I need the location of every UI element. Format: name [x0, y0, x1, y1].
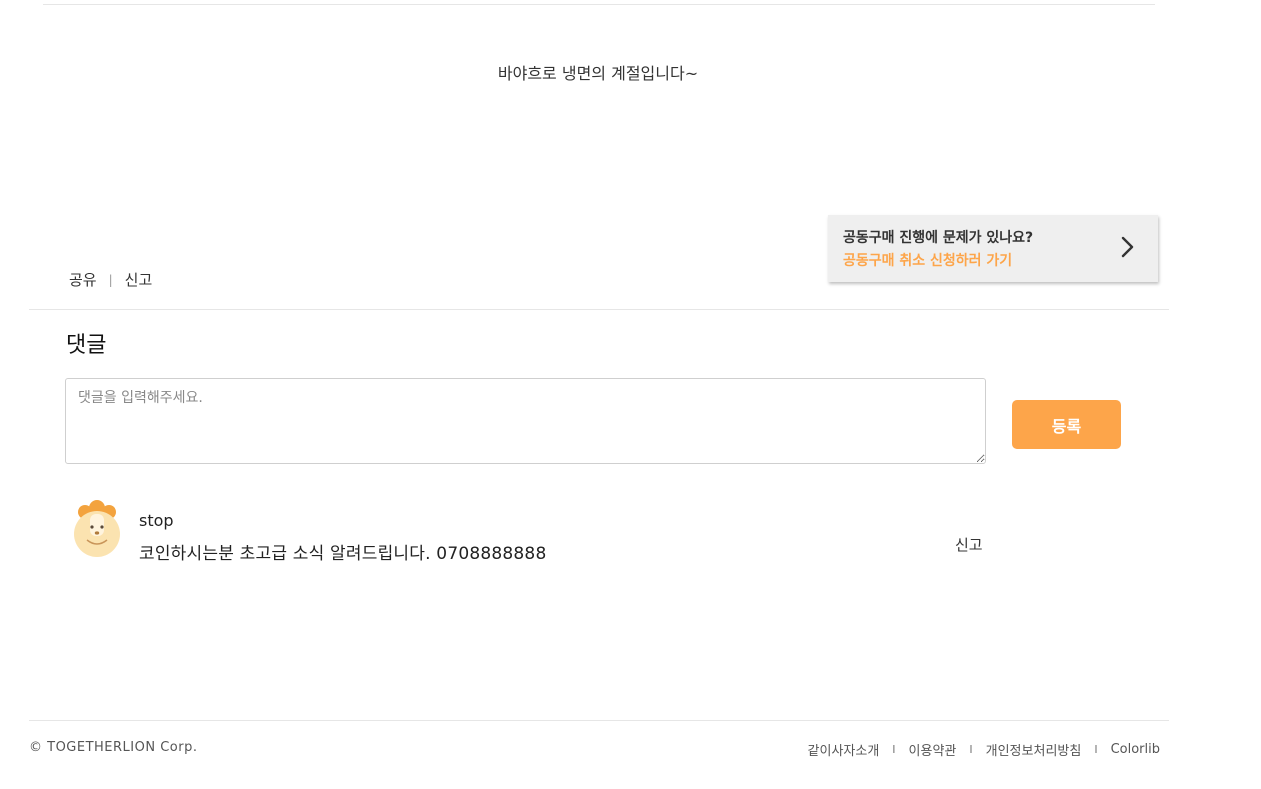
- top-divider: [43, 4, 1155, 5]
- post-body: 바야흐로 냉면의 계절입니다~: [497, 64, 699, 83]
- footer-copyright: © TOGETHERLION Corp.: [29, 740, 198, 755]
- section-divider: [29, 309, 1169, 310]
- cancel-banner-question: 공동구매 진행에 문제가 있나요?: [843, 230, 1034, 246]
- cancel-request-banner[interactable]: 공동구매 진행에 문제가 있나요? 공동구매 취소 신청하러 가기: [828, 215, 1158, 282]
- share-link[interactable]: 공유: [69, 269, 97, 290]
- comment-input[interactable]: [65, 378, 986, 464]
- footer-link-about[interactable]: 같이사자소개: [808, 740, 880, 759]
- footer-link-colorlib[interactable]: Colorlib: [1111, 742, 1160, 757]
- chevron-right-icon: [1121, 236, 1134, 258]
- comment-author: stop: [139, 511, 174, 530]
- report-link[interactable]: 신고: [125, 269, 153, 290]
- comments-title: 댓글: [66, 333, 107, 358]
- comment-text: 코인하시는분 초고급 소식 알려드립니다. 0708888888: [139, 544, 547, 564]
- footer-links: 같이사자소개 I 이용약관 I 개인정보처리방침 I Colorlib: [808, 740, 1160, 759]
- submit-comment-button[interactable]: 등록: [1012, 400, 1121, 449]
- footer-divider: [29, 720, 1169, 721]
- footer-separator: I: [892, 743, 896, 756]
- cancel-banner-action: 공동구매 취소 신청하러 가기: [843, 253, 1013, 269]
- footer-separator: I: [1094, 743, 1098, 756]
- post-actions: 공유 | 신고: [69, 269, 152, 290]
- lion-avatar-icon: [74, 500, 120, 557]
- footer-separator: I: [969, 743, 973, 756]
- footer-link-terms[interactable]: 이용약관: [909, 740, 957, 759]
- action-separator: |: [108, 272, 113, 287]
- comment-report-link[interactable]: 신고: [955, 534, 983, 555]
- footer-link-privacy[interactable]: 개인정보처리방침: [986, 740, 1082, 759]
